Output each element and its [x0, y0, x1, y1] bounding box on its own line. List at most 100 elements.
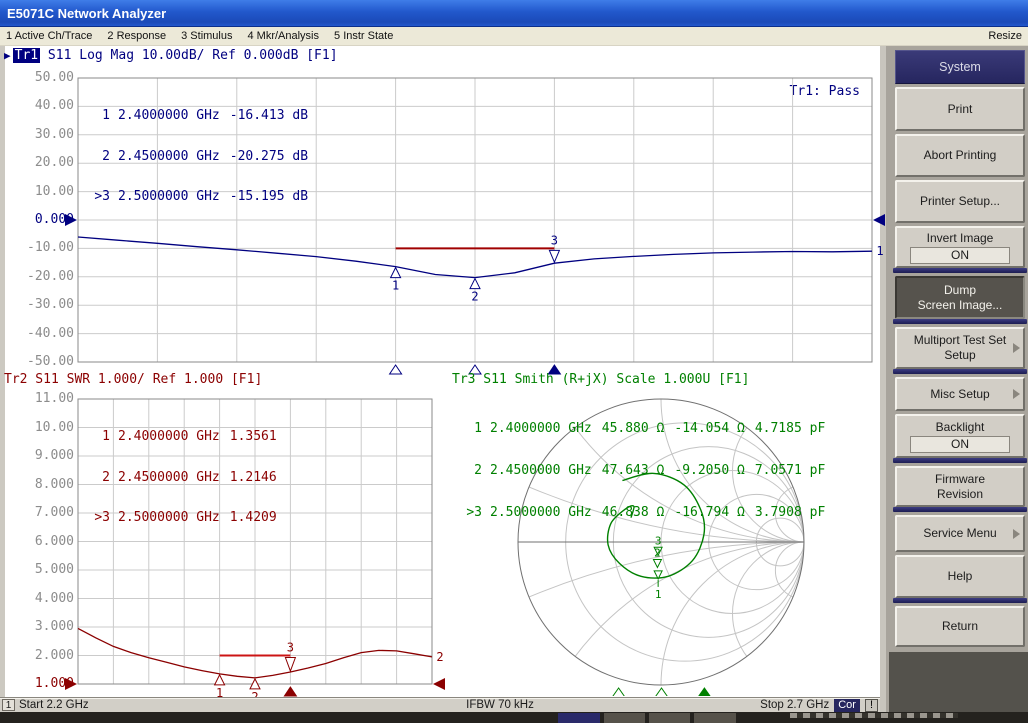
smith-marker-2[interactable]: 2 — [653, 546, 661, 567]
ref-level-arrow-right[interactable] — [873, 214, 885, 226]
softkey-printer-setup[interactable]: Printer Setup... — [895, 180, 1025, 223]
menu-resize[interactable]: Resize — [988, 30, 1022, 42]
active-trace-arrow-icon: ▶ — [4, 49, 11, 62]
smith-stimulus-marker[interactable] — [697, 688, 711, 696]
marker-capacitance: 4.7185 pF — [755, 422, 825, 436]
marker-value: -16.413 dB — [230, 109, 308, 123]
svg-text:1: 1 — [876, 244, 883, 258]
svg-text:1: 1 — [655, 588, 662, 601]
marker-number: 2 — [456, 464, 482, 478]
menu-mkr-analysis[interactable]: 4 Mkr/Analysis — [247, 30, 319, 42]
marker-freq: 2.4500000 GHz — [118, 471, 220, 485]
table-row: 22.4500000 GHz-20.275 dB — [84, 150, 308, 164]
softkey-service-menu[interactable]: Service Menu — [895, 515, 1025, 552]
marker-number: 1 — [84, 109, 110, 123]
taskbar-button[interactable] — [694, 713, 736, 723]
button-label: Screen Image... — [918, 298, 1003, 313]
menubar: 1 Active Ch/Trace 2 Response 3 Stimulus … — [0, 27, 1028, 46]
softkey-print[interactable]: Print — [895, 87, 1025, 131]
taskbar-button[interactable] — [604, 713, 645, 723]
softkey-separator — [893, 369, 1027, 374]
softkey-help[interactable]: Help — [895, 555, 1025, 598]
menu-active-ch-trace[interactable]: 1 Active Ch/Trace — [6, 30, 92, 42]
svg-text:3: 3 — [287, 641, 294, 655]
window-titlebar[interactable]: E5071C Network Analyzer — [0, 0, 1028, 27]
sidebar-empty-panel — [889, 652, 1028, 712]
tr2-header[interactable]: Tr2 S11 SWR 1.000/ Ref 1.000 [F1] — [4, 372, 262, 387]
softkey-dump-screen-image[interactable]: Dump Screen Image... — [895, 276, 1025, 319]
svg-text:2: 2 — [654, 546, 661, 559]
stimulus-marker-3[interactable] — [284, 687, 296, 696]
menu-stimulus[interactable]: 3 Stimulus — [181, 30, 232, 42]
menu-instr-state[interactable]: 5 Instr State — [334, 30, 393, 42]
marker-value: -15.195 dB — [230, 190, 308, 204]
button-label: Invert Image — [927, 231, 994, 246]
clipped-clock-text — [790, 713, 958, 718]
marker-freq: 2.4500000 GHz — [490, 464, 592, 478]
button-label: Return — [942, 619, 978, 634]
marker-freq: 2.4000000 GHz — [118, 109, 220, 123]
button-label: Misc Setup — [930, 387, 989, 402]
button-label: Help — [948, 569, 973, 584]
tr1-label: Tr1 — [13, 48, 40, 63]
softkey-separator — [893, 319, 1027, 324]
marker-value: 1.3561 — [230, 430, 277, 444]
tr1-marker-table: 1 2.4000000 GHz -16.413 dB 22.4500000 GHz-… — [84, 82, 308, 231]
softkey-misc-setup[interactable]: Misc Setup — [895, 377, 1025, 411]
softkey-multiport-test-set-setup[interactable]: Multiport Test Set Setup — [895, 327, 1025, 369]
softkey-sidebar: System Print Abort Printing Printer Setu… — [886, 46, 1028, 712]
softkey-backlight[interactable]: Backlight ON — [895, 414, 1025, 458]
smith-stimulus-marker[interactable] — [655, 688, 669, 696]
marker-freq: 2.5000000 GHz — [118, 511, 220, 525]
table-row: 12.4000000 GHz1.3561 — [84, 430, 277, 444]
taskbar-button[interactable] — [558, 713, 600, 723]
button-label: Firmware — [935, 472, 985, 487]
taskbar-button[interactable] — [649, 713, 690, 723]
ref-level-arrow-left[interactable] — [65, 678, 77, 690]
marker-reactance: -9.2050 Ω — [674, 464, 744, 478]
tr1-header[interactable]: ▶Tr1 S11 Log Mag 10.00dB/ Ref 0.000dB [F… — [4, 48, 338, 63]
trace-marker-2[interactable]: 2 — [470, 279, 480, 304]
smith-stimulus-marker[interactable] — [612, 688, 626, 696]
channel-indicator: 1 — [2, 699, 15, 711]
tr2-label: Tr2 — [4, 372, 27, 387]
smith-marker-1[interactable]: 1 — [654, 571, 662, 601]
softkey-return[interactable]: Return — [895, 606, 1025, 647]
marker-value: 1.2146 — [230, 471, 277, 485]
marker-number: 2 — [84, 471, 110, 485]
marker-resistance: 46.838 Ω — [602, 506, 665, 520]
marker-capacitance: 7.0571 pF — [755, 464, 825, 478]
trace-marker-1[interactable]: 1 — [391, 268, 401, 293]
menu-response[interactable]: 2 Response — [107, 30, 166, 42]
alert-badge[interactable]: ! — [865, 699, 878, 712]
button-label: Print — [948, 102, 973, 117]
marker-number: 1 — [456, 422, 482, 436]
correction-badge: Cor — [834, 699, 860, 712]
button-label: Revision — [937, 487, 983, 502]
ref-level-arrow-left[interactable] — [65, 214, 77, 226]
marker-number: 1 — [84, 430, 110, 444]
tr2-marker-table: 12.4000000 GHz1.3561 2 2.4500000 GHz 1.214… — [84, 403, 277, 552]
button-label: Multiport Test Set — [914, 333, 1006, 348]
marker-capacitance: 3.7908 pF — [755, 506, 825, 520]
button-label: Backlight — [936, 420, 985, 435]
ifbw-value: IFBW 70 kHz — [430, 699, 570, 711]
invert-image-toggle-state: ON — [910, 247, 1010, 264]
table-row: 2 2.4500000 GHz 1.2146 — [84, 471, 277, 485]
softkey-invert-image[interactable]: Invert Image ON — [895, 226, 1025, 268]
marker-freq: 2.5000000 GHz — [490, 506, 592, 520]
window-title: E5071C Network Analyzer — [7, 6, 166, 21]
clipped-taskbar-strip — [0, 712, 1028, 723]
table-row: 12.4000000 GHz45.880 Ω-14.054 Ω4.7185 pF — [456, 422, 825, 436]
marker-value: -20.275 dB — [230, 150, 308, 164]
stimulus-marker-1[interactable] — [390, 365, 402, 374]
softkey-abort-printing[interactable]: Abort Printing — [895, 134, 1025, 177]
table-row: >32.5000000 GHz1.4209 — [84, 511, 277, 525]
status-bar: 1 Start 2.2 GHz IFBW 70 kHz Stop 2.7 GHz… — [0, 697, 880, 712]
table-row: >32.5000000 GHz46.838 Ω-16.794 Ω3.7908 p… — [456, 506, 825, 520]
button-label: Setup — [944, 348, 975, 363]
button-label: Abort Printing — [924, 148, 997, 163]
softkey-firmware-revision[interactable]: Firmware Revision — [895, 466, 1025, 507]
marker-resistance: 47.643 Ω — [602, 464, 665, 478]
backlight-toggle-state: ON — [910, 436, 1010, 453]
